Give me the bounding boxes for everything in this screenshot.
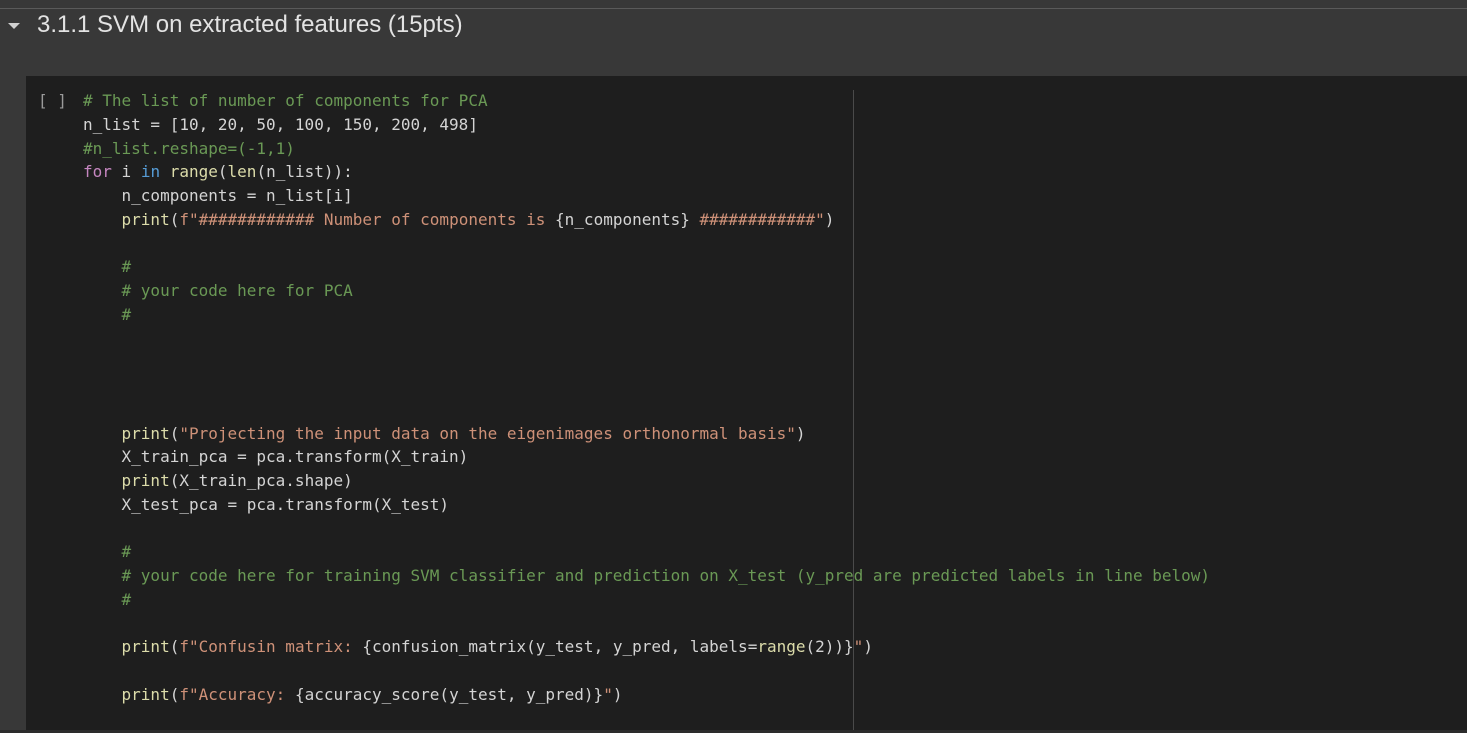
- code-token: n_list = [10, 20, 50, 100, 150, 200, 498…: [83, 114, 478, 134]
- code-token: f"############ Number of components is: [179, 209, 556, 229]
- code-token: ): [824, 209, 835, 229]
- code-token: # your code here for training SVM classi…: [121, 566, 1211, 585]
- code-line[interactable]: X_test_pca = pca.transform(X_test): [83, 493, 1210, 517]
- code-line[interactable]: [83, 232, 1210, 256]
- code-token: len: [227, 162, 257, 182]
- run-cell-button[interactable]: [ ]: [38, 90, 67, 112]
- code-token: ": [853, 637, 864, 657]
- code-token: (: [169, 637, 180, 657]
- code-line[interactable]: [83, 659, 1210, 683]
- code-token: (X_train_pca.shape): [169, 471, 353, 490]
- section-header[interactable]: 3.1.1 SVM on extracted features (15pts): [0, 9, 1467, 75]
- code-line[interactable]: print(f"############ Number of component…: [83, 208, 1210, 232]
- section-title: 3.1.1 SVM on extracted features (15pts): [37, 11, 463, 38]
- code-line[interactable]: #: [83, 255, 1210, 279]
- code-token: f"Accuracy:: [179, 684, 295, 704]
- code-line[interactable]: [83, 398, 1210, 422]
- code-token: X_train_pca = pca.transform(X_train): [83, 447, 469, 467]
- code-token: print: [121, 471, 170, 490]
- code-line[interactable]: [83, 374, 1210, 398]
- code-line[interactable]: print(f"Accuracy: {accuracy_score(y_test…: [83, 683, 1210, 707]
- code-cell[interactable]: [ ] # The list of number of components f…: [26, 76, 1467, 730]
- code-token: ": [603, 684, 613, 704]
- code-token: X_test_pca = pca.transform(X_test): [83, 494, 450, 514]
- code-token: for: [83, 162, 112, 182]
- code-line[interactable]: # The list of number of components for P…: [83, 89, 1210, 113]
- code-token: ): [863, 637, 873, 657]
- code-line[interactable]: print(f"Confusin matrix: {confusion_matr…: [83, 635, 1210, 659]
- code-token: print: [121, 423, 170, 443]
- code-line[interactable]: X_train_pca = pca.transform(X_train): [83, 445, 1210, 469]
- code-line[interactable]: print(X_train_pca.shape): [83, 469, 1210, 493]
- code-line[interactable]: #: [83, 303, 1210, 327]
- code-token: (: [217, 162, 228, 182]
- code-token: range: [757, 637, 806, 657]
- code-token: n_components = n_list[i]: [83, 186, 353, 205]
- code-token: #: [121, 304, 132, 324]
- code-token: "Projecting the input data on the eigeni…: [179, 423, 796, 443]
- code-line[interactable]: # your code here for training SVM classi…: [83, 564, 1211, 588]
- code-line[interactable]: #: [83, 588, 1210, 612]
- code-token: #: [121, 589, 132, 609]
- code-token: #n_list.reshape=(-1,1): [83, 138, 295, 158]
- code-token: (: [169, 423, 180, 443]
- code-line[interactable]: #n_list.reshape=(-1,1): [83, 137, 1210, 161]
- code-line[interactable]: n_components = n_list[i]: [83, 184, 1210, 208]
- code-editor[interactable]: # The list of number of components for P…: [83, 89, 1210, 707]
- code-token: print: [121, 209, 170, 229]
- code-token: {n_components}: [555, 209, 690, 229]
- code-token: range: [169, 162, 218, 182]
- code-line[interactable]: print("Projecting the input data on the …: [83, 422, 1210, 446]
- code-token: (n_list)):: [256, 162, 353, 182]
- code-token: ): [612, 684, 623, 704]
- code-token: print: [121, 684, 170, 704]
- code-token: in: [140, 162, 161, 182]
- chevron-down-icon[interactable]: [8, 21, 20, 31]
- code-line[interactable]: for i in range(len(n_list)):: [83, 160, 1210, 184]
- code-token: {accuracy_score(y_test, y_pred)}: [294, 684, 604, 704]
- code-line[interactable]: [83, 350, 1210, 374]
- code-line[interactable]: # your code here for PCA: [83, 279, 1210, 303]
- code-line[interactable]: n_list = [10, 20, 50, 100, 150, 200, 498…: [83, 113, 1210, 137]
- code-line[interactable]: [83, 517, 1210, 541]
- code-token: #: [121, 257, 132, 277]
- code-line[interactable]: #: [83, 540, 1210, 564]
- code-token: # The list of number of components for P…: [83, 91, 488, 110]
- code-token: ): [795, 423, 806, 443]
- code-token: (: [169, 684, 180, 704]
- code-token: (2))}: [805, 637, 854, 657]
- code-token: f"Confusin matrix:: [179, 637, 363, 657]
- code-token: # your code here for PCA: [121, 281, 353, 300]
- code-token: #: [121, 542, 132, 562]
- code-line[interactable]: [83, 612, 1210, 636]
- code-token: ############": [689, 209, 825, 229]
- code-line[interactable]: [83, 327, 1210, 351]
- code-token: {confusion_matrix(y_test, y_pred, labels…: [362, 637, 758, 657]
- code-token: print: [121, 637, 170, 657]
- code-token: (: [169, 209, 180, 229]
- code-token: i: [111, 162, 141, 182]
